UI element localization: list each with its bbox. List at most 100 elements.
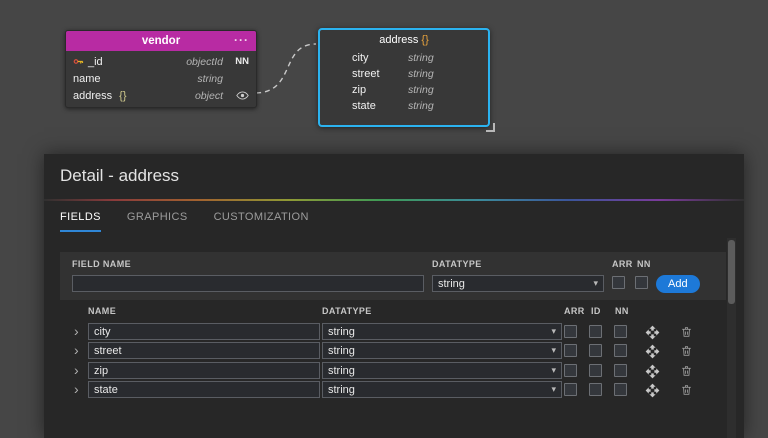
visibility-eye-icon[interactable] [236,89,249,102]
row-name-input[interactable] [88,381,320,398]
row-datatype-select[interactable]: string ▾ [322,362,562,379]
row-datatype-select[interactable]: string ▾ [322,323,562,340]
entity-menu-icon[interactable]: ··· [234,30,249,50]
arr-label: ARR [612,259,633,269]
move-row-icon[interactable] [644,363,660,379]
table-row-state: › string ▾ [44,381,744,399]
field-type: string [408,52,434,64]
row-name-input[interactable] [88,342,320,359]
field-name: street [352,68,380,80]
row-id-checkbox[interactable] [589,325,602,338]
row-datatype-value: string [328,344,355,357]
field-name: _id [88,55,103,68]
address-title-text: address [379,34,419,46]
row-name-input[interactable] [88,323,320,340]
row-datatype-select[interactable]: string ▾ [322,342,562,359]
rainbow-divider [44,199,744,201]
field-name-label: FIELD NAME [72,259,131,269]
address-entity-title[interactable]: address{} [320,30,488,50]
row-datatype-value: string [328,364,355,377]
object-brace: {} [421,34,429,46]
row-nn-checkbox[interactable] [614,383,627,396]
address-field-zip[interactable]: zip string [320,82,488,98]
row-name-input[interactable] [88,362,320,379]
key-icon [73,59,84,64]
move-row-icon[interactable] [644,382,660,398]
field-name: zip [352,84,367,96]
field-nn-flag: NN [235,56,249,67]
vendor-entity-body: _id objectId NN name string address {} ob… [66,51,256,107]
nn-checkbox[interactable] [635,276,648,289]
panel-title: Detail - address [60,166,180,185]
nn-column-header: NN [615,306,629,316]
row-arr-checkbox[interactable] [564,344,577,357]
chevron-down-icon: ▾ [551,384,556,394]
row-id-checkbox[interactable] [589,344,602,357]
row-id-checkbox[interactable] [589,383,602,396]
add-field-form: FIELD NAME DATATYPE ARR NN string ▾ Add [60,252,726,300]
chevron-down-icon: ▾ [551,365,556,375]
table-row-street: › string ▾ [44,342,744,360]
row-arr-checkbox[interactable] [564,383,577,396]
tab-fields[interactable]: FIELDS [60,211,101,232]
vendor-entity[interactable]: vendor ··· _id objectId NN name string a… [65,30,257,108]
delete-row-icon[interactable] [678,324,694,340]
row-nn-checkbox[interactable] [614,364,627,377]
move-row-icon[interactable] [644,343,660,359]
address-field-city[interactable]: city string [320,50,488,66]
chevron-down-icon: ▾ [551,345,556,355]
object-brace: {} [119,89,127,102]
delete-row-icon[interactable] [678,363,694,379]
field-name: name [73,72,101,85]
row-nn-checkbox[interactable] [614,344,627,357]
expand-chevron-icon[interactable]: › [74,381,79,398]
add-field-button[interactable]: Add [656,275,700,293]
row-datatype-value: string [328,325,355,338]
vendor-field-name[interactable]: name string [66,70,256,87]
panel-scrollbar[interactable] [727,238,736,438]
field-type: string [408,84,434,96]
scrollbar-thumb[interactable] [728,240,735,304]
delete-row-icon[interactable] [678,382,694,398]
address-entity[interactable]: address{} city string street string zip … [318,28,495,132]
datatype-select[interactable]: string ▾ [432,275,604,292]
table-row-city: › string ▾ [44,323,744,341]
vendor-field-id[interactable]: _id objectId NN [66,53,256,70]
row-nn-checkbox[interactable] [614,325,627,338]
tab-customization[interactable]: CUSTOMIZATION [214,211,309,232]
vendor-entity-header[interactable]: vendor ··· [66,31,256,51]
row-id-checkbox[interactable] [589,364,602,377]
field-name: city [352,52,369,64]
chevron-down-icon: ▾ [593,278,598,288]
field-type: string [197,72,223,85]
arr-checkbox[interactable] [612,276,625,289]
vendor-entity-title: vendor [141,35,181,47]
row-datatype-select[interactable]: string ▾ [322,381,562,398]
address-field-street[interactable]: street string [320,66,488,82]
tab-bar: FIELDS GRAPHICS CUSTOMIZATION [60,211,309,232]
table-row-zip: › string ▾ [44,362,744,380]
row-arr-checkbox[interactable] [564,325,577,338]
detail-panel: Detail - address FIELDS GRAPHICS CUSTOMI… [44,154,744,438]
field-name-input[interactable] [72,275,424,292]
nn-label: NN [637,259,651,269]
field-type: string [408,68,434,80]
expand-chevron-icon[interactable]: › [74,362,79,379]
id-column-header: ID [591,306,601,316]
field-name: address [73,89,113,102]
datatype-select-value: string [438,277,465,290]
expand-chevron-icon[interactable]: › [74,323,79,340]
address-field-state[interactable]: state string [320,98,488,114]
datatype-column-header: DATATYPE [322,306,372,316]
chevron-down-icon: ▾ [551,326,556,336]
tab-graphics[interactable]: GRAPHICS [127,211,188,232]
vendor-field-address[interactable]: address {} object [66,87,256,104]
row-arr-checkbox[interactable] [564,364,577,377]
move-row-icon[interactable] [644,324,660,340]
expand-chevron-icon[interactable]: › [74,342,79,359]
delete-row-icon[interactable] [678,343,694,359]
row-datatype-value: string [328,383,355,396]
field-type: string [408,100,434,112]
field-name: state [352,100,376,112]
resize-handle[interactable] [486,123,495,132]
